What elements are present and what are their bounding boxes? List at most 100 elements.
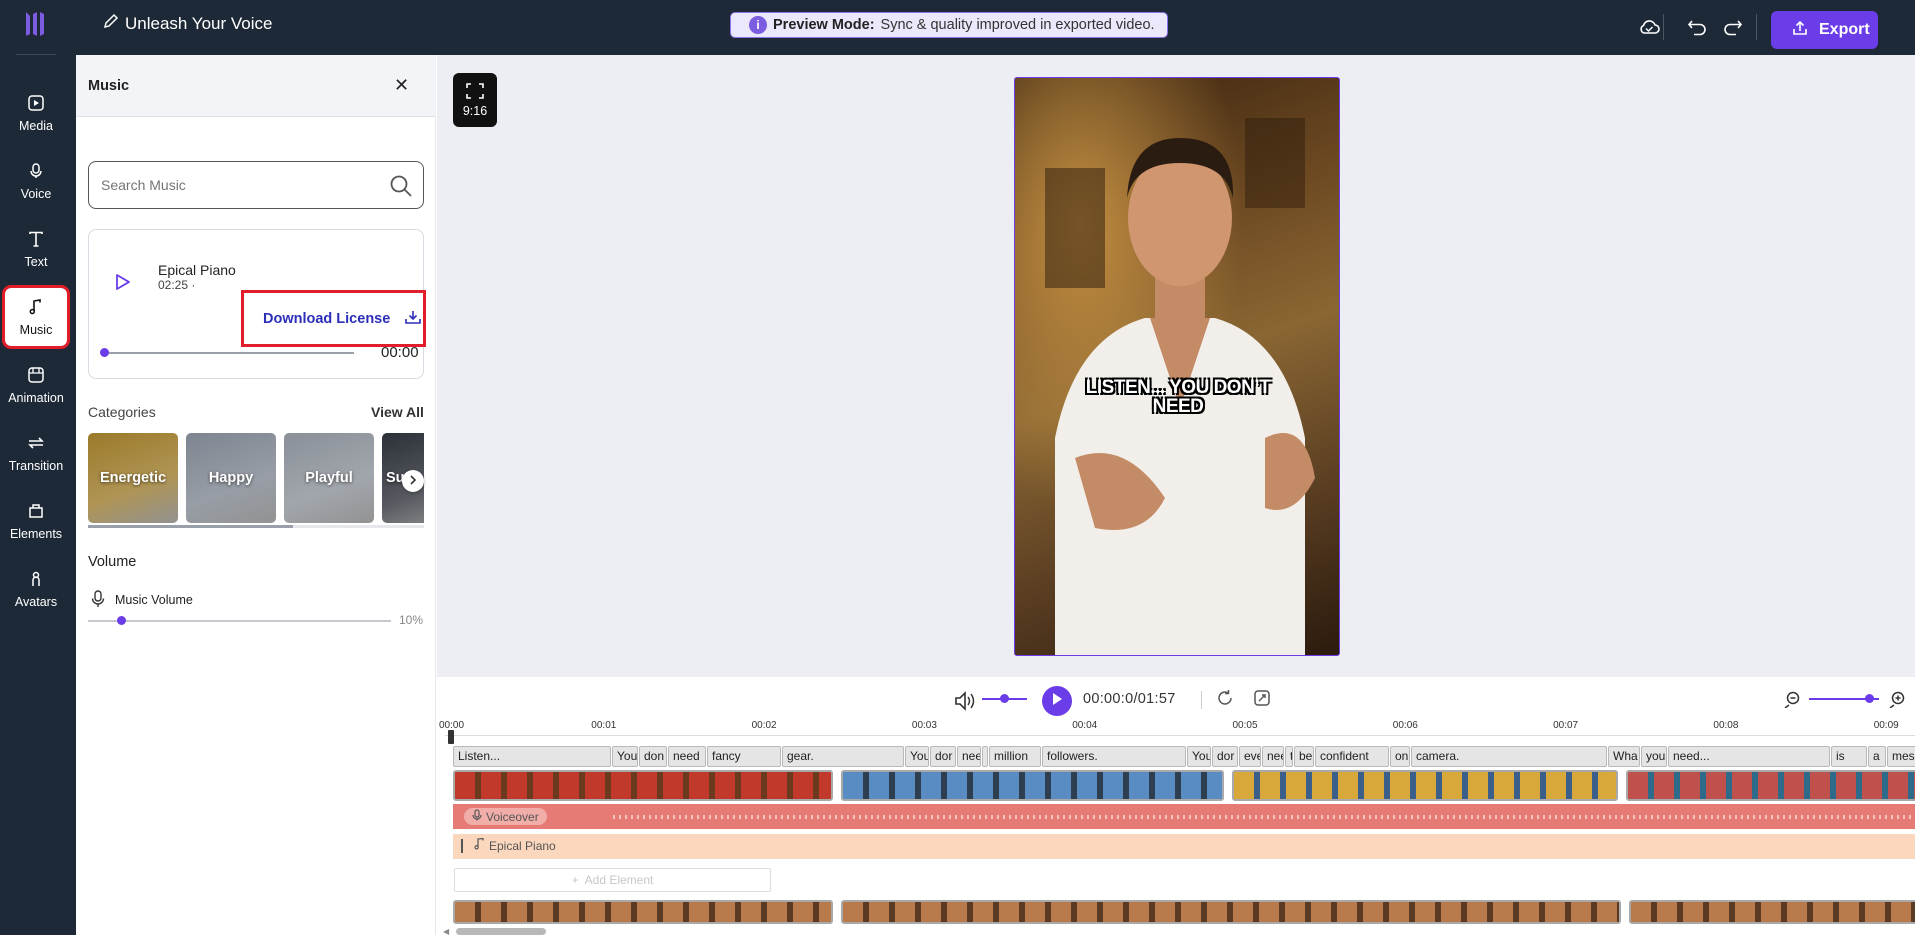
timeline-tick: 00:05: [1232, 720, 1258, 731]
close-icon[interactable]: ✕: [394, 75, 409, 96]
caption-word[interactable]: is: [1831, 746, 1867, 767]
video-clip[interactable]: [1626, 770, 1915, 801]
timeline-zoom-handle[interactable]: [1865, 694, 1874, 703]
rail-item-animation[interactable]: Animation: [0, 355, 72, 415]
caption-word[interactable]: Wha: [1608, 746, 1640, 767]
edit-pencil-icon[interactable]: [103, 13, 119, 34]
track-name: Epical Piano: [158, 262, 236, 278]
play-button[interactable]: [1042, 686, 1072, 716]
voiceover-track[interactable]: Voiceover: [453, 804, 1915, 829]
add-element-button[interactable]: + Add Element: [454, 868, 771, 892]
video-clip[interactable]: [841, 900, 1621, 924]
caption-word[interactable]: camera.: [1411, 746, 1607, 767]
caption-word[interactable]: followers.: [1042, 746, 1186, 767]
view-all-link[interactable]: View All: [371, 404, 424, 420]
categories-scrollbar[interactable]: [88, 525, 424, 528]
track-play-icon[interactable]: [115, 273, 131, 296]
caption-word[interactable]: million: [989, 746, 1041, 767]
caption-word[interactable]: confident: [1315, 746, 1389, 767]
aspect-ratio-button[interactable]: 9:16: [453, 73, 497, 127]
caption-word[interactable]: Listen...: [453, 746, 611, 767]
caption-word[interactable]: eve: [1239, 746, 1261, 767]
music-track-handle[interactable]: [461, 838, 463, 853]
category-happy[interactable]: Happy: [186, 433, 276, 523]
project-title-area[interactable]: Unleash Your Voice: [103, 13, 272, 34]
timeline-zoom-slider[interactable]: [1809, 694, 1879, 703]
caption-word[interactable]: on: [1390, 746, 1410, 767]
timeline-tick: 00:03: [911, 720, 937, 731]
project-title[interactable]: Unleash Your Voice: [125, 14, 272, 34]
microphone-icon: [27, 162, 45, 183]
caption-word[interactable]: don: [639, 746, 667, 767]
video-clip[interactable]: [453, 770, 833, 801]
export-button[interactable]: Export: [1771, 11, 1878, 49]
video-preview[interactable]: LISTEN... YOU DON’T NEED: [1014, 77, 1340, 656]
rail-item-text[interactable]: Text: [0, 219, 72, 279]
caption-word[interactable]: nee: [1262, 746, 1284, 767]
caption-word[interactable]: You: [1187, 746, 1211, 767]
track-progress-bar[interactable]: [100, 348, 354, 357]
category-energetic[interactable]: Energetic: [88, 433, 178, 523]
video-clip[interactable]: [841, 770, 1224, 801]
caption-word[interactable]: You: [905, 746, 929, 767]
app-logo-icon[interactable]: [24, 10, 48, 38]
playhead[interactable]: [448, 730, 454, 744]
scroll-left-icon[interactable]: ◀: [443, 927, 449, 935]
loop-icon[interactable]: [1216, 689, 1234, 712]
video-clip[interactable]: [1232, 770, 1618, 801]
animation-icon: [27, 366, 45, 387]
caption-word[interactable]: You: [612, 746, 638, 767]
rail-item-media[interactable]: Media: [0, 83, 72, 143]
microphone-icon: [472, 809, 482, 824]
voiceover-label: Voiceover: [486, 809, 539, 824]
caption-word[interactable]: t: [1285, 746, 1293, 767]
timeline-scroll-thumb[interactable]: [456, 928, 546, 935]
fit-screen-icon[interactable]: [1253, 689, 1271, 712]
video-clip[interactable]: [453, 900, 833, 924]
progress-handle[interactable]: [100, 348, 109, 357]
undo-icon[interactable]: [1686, 17, 1708, 37]
rail-item-elements[interactable]: Elements: [0, 491, 72, 551]
caption-word[interactable]: message: [1887, 746, 1915, 767]
rail-item-music[interactable]: Music: [0, 285, 72, 349]
redo-icon[interactable]: [1722, 17, 1744, 37]
music-volume-slider[interactable]: [88, 616, 391, 625]
music-track[interactable]: Epical Piano: [453, 834, 1915, 859]
caption-word[interactable]: dor: [1212, 746, 1238, 767]
caption-word[interactable]: need: [668, 746, 706, 767]
caption-word[interactable]: be: [1294, 746, 1314, 767]
category-playful[interactable]: Playful: [284, 433, 374, 523]
playback-volume-handle[interactable]: [1000, 694, 1009, 703]
rail-item-avatars[interactable]: Avatars: [0, 559, 72, 619]
zoom-out-icon[interactable]: [1783, 690, 1801, 713]
caption-word[interactable]: a: [1868, 746, 1886, 767]
caption-word[interactable]: you: [1641, 746, 1667, 767]
rail-label-elements: Elements: [9, 526, 63, 541]
video-clip[interactable]: [1629, 900, 1915, 924]
caption-word[interactable]: c: [982, 746, 988, 767]
zoom-in-icon[interactable]: [1888, 690, 1906, 713]
category-label: Playful: [305, 470, 353, 486]
caption-word[interactable]: gear.: [782, 746, 904, 767]
caption-word[interactable]: fancy: [707, 746, 781, 767]
caption-word[interactable]: nee: [957, 746, 981, 767]
caption-words-track: Listen...Youdonneedfancygear.Youdorneecm…: [453, 746, 1915, 768]
toolbar-divider-2: [1756, 14, 1757, 40]
categories-scroll-thumb[interactable]: [88, 525, 293, 528]
microphone-icon: [91, 590, 105, 613]
caption-word[interactable]: need...: [1668, 746, 1830, 767]
speaker-icon[interactable]: [953, 690, 977, 717]
volume-slider-handle[interactable]: [117, 616, 127, 625]
download-license-button[interactable]: Download License: [241, 290, 426, 347]
search-icon[interactable]: [389, 174, 413, 203]
carousel-next-button[interactable]: [402, 470, 424, 492]
caption-word[interactable]: dor: [930, 746, 956, 767]
cloud-save-icon[interactable]: [1638, 17, 1660, 37]
rail-item-transition[interactable]: Transition: [0, 423, 72, 483]
playback-volume-slider[interactable]: [982, 694, 1027, 703]
video-caption[interactable]: LISTEN... YOU DON’T NEED: [1015, 378, 1339, 416]
rail-item-voice[interactable]: Voice: [0, 151, 72, 211]
search-box[interactable]: [88, 161, 424, 209]
search-music-input[interactable]: [101, 177, 371, 193]
timeline-scrollbar[interactable]: ◀: [443, 927, 1915, 935]
